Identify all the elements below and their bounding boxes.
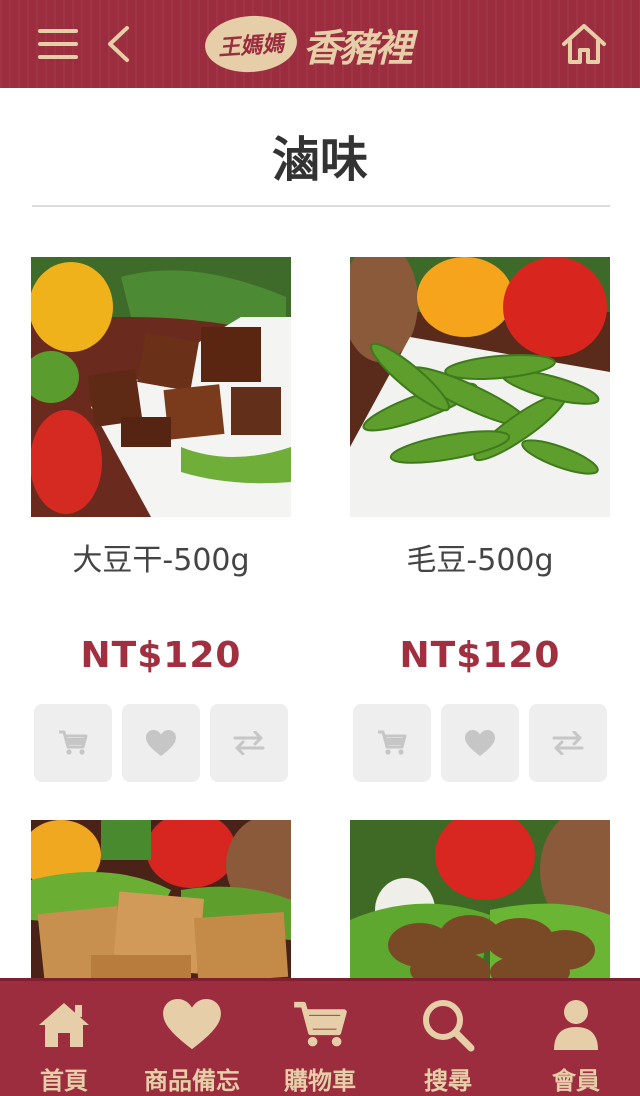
home-button[interactable] [558,18,610,70]
cart-icon [378,730,407,755]
product-image-tofu-skin[interactable] [31,820,291,980]
bottom-nav: 首頁 商品備忘 購物車 搜尋 會員 [0,978,640,1096]
nav-item-search[interactable]: 搜尋 [384,981,512,1096]
add-to-cart-button[interactable] [353,704,431,782]
compare-button[interactable] [529,704,607,782]
heart-icon [465,729,495,756]
product-card: 毛豆-500g NT$120 [350,257,610,782]
brand-logo[interactable]: 王媽媽 香豬裡 [203,8,440,80]
add-to-cart-button[interactable] [34,704,112,782]
page-title: 滷味 [271,132,368,188]
product-actions [31,704,291,782]
compare-button[interactable] [210,704,288,782]
menu-icon [38,29,78,59]
compare-icon [233,731,265,755]
heart-icon [163,999,221,1050]
heart-icon [146,729,176,756]
product-image-edamame[interactable] [350,257,610,517]
product-actions [350,704,610,782]
logo-mark: 王媽媽 [203,12,299,76]
product-image-tofu[interactable] [31,257,291,517]
add-to-wishlist-button[interactable] [441,704,519,782]
product-card: 大豆干-500g NT$120 [31,257,291,782]
chevron-left-icon [108,26,129,62]
product-price: NT$120 [399,635,561,676]
product-name[interactable]: 大豆干-500g [31,535,291,578]
home-icon [39,1003,89,1047]
nav-item-cart[interactable]: 購物車 [256,981,384,1096]
nav-label: 搜尋 [424,1067,472,1095]
nav-item-member[interactable]: 會員 [512,981,640,1096]
nav-item-wishlist[interactable]: 商品備忘 [128,981,256,1096]
product-card [350,820,610,980]
nav-label: 會員 [552,1067,600,1095]
app-header: 王媽媽 香豬裡 [0,0,640,88]
compare-icon [552,731,584,755]
product-price: NT$120 [80,635,242,676]
nav-label: 商品備忘 [144,1067,240,1095]
logo-text: 香豬裡 [303,24,413,70]
user-icon [554,1000,598,1050]
cart-icon [294,1001,347,1047]
title-divider [32,205,610,207]
product-name[interactable]: 毛豆-500g [350,535,610,578]
add-to-wishlist-button[interactable] [122,704,200,782]
nav-label: 購物車 [284,1067,356,1095]
menu-button[interactable] [32,18,84,70]
nav-label: 首頁 [40,1067,88,1095]
nav-item-home[interactable]: 首頁 [0,981,128,1096]
back-button[interactable] [92,18,144,70]
product-card [31,820,291,980]
home-icon [562,24,606,64]
search-icon [423,1000,475,1052]
product-image-mushroom[interactable] [350,820,610,980]
cart-icon [59,730,88,755]
